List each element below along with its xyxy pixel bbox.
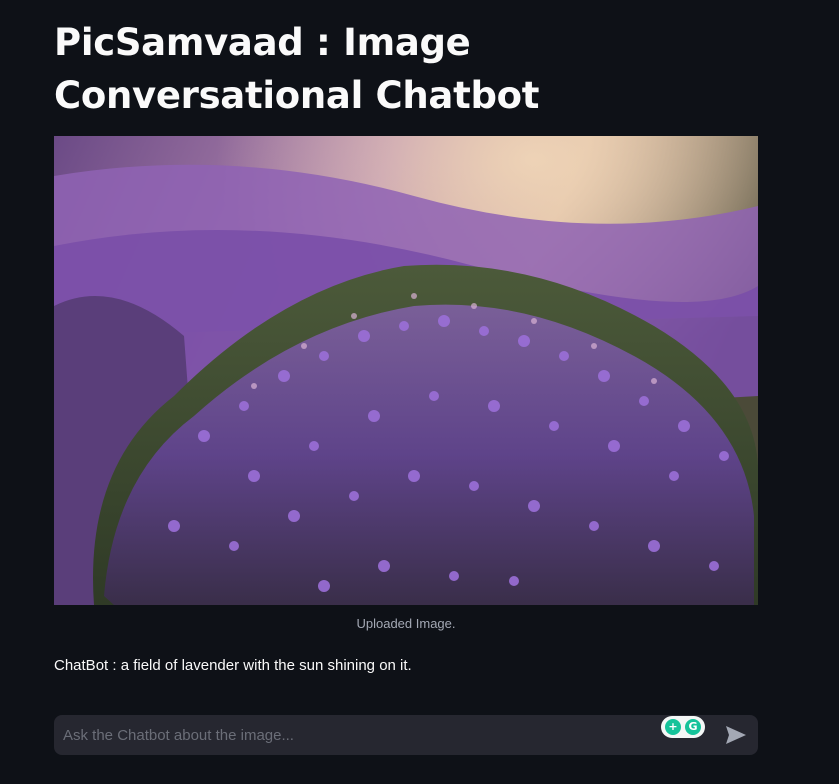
chatbot-answer: ChatBot : a field of lavender with the s… <box>54 657 412 674</box>
send-button[interactable] <box>724 724 748 746</box>
page-title: PicSamvaad : Image Conversational Chatbo… <box>54 21 540 117</box>
lavender-field-photo <box>54 136 758 605</box>
grammarly-icon[interactable]: + G <box>661 716 705 738</box>
uploaded-image <box>54 136 758 605</box>
chat-input-bar: + G <box>54 715 758 755</box>
app-root: PicSamvaad : Image Conversational Chatbo… <box>0 0 839 784</box>
image-caption: Uploaded Image. <box>356 616 456 631</box>
grammarly-plus-icon: + <box>665 719 681 735</box>
grammarly-g-icon: G <box>685 719 701 735</box>
send-icon <box>726 726 746 744</box>
chat-input[interactable] <box>54 715 644 755</box>
